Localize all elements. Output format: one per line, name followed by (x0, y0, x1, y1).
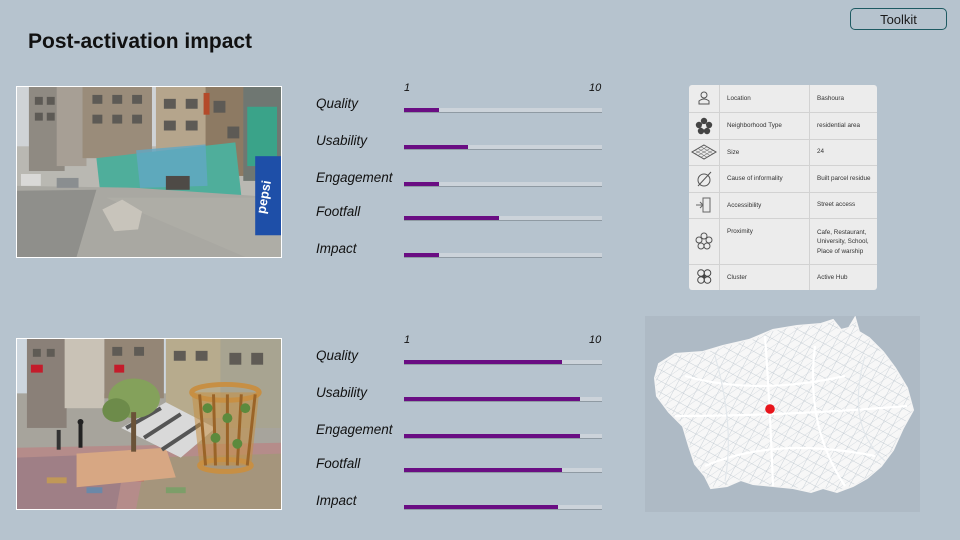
info-value: Bashoura (809, 85, 877, 113)
metric-bar-fill (404, 145, 468, 149)
info-value: residential area (809, 112, 877, 140)
metric-bar-track (404, 434, 602, 439)
metric-bar-fill (404, 397, 580, 401)
metric-row-quality: Quality (316, 348, 606, 370)
page-title: Post-activation impact (28, 30, 253, 53)
metric-label: Footfall (316, 456, 361, 471)
metric-bar-track (404, 505, 602, 510)
metric-bar-fill (404, 468, 563, 472)
metric-row-footfall: Footfall (316, 204, 606, 226)
metric-row-usability: Usability (316, 385, 606, 407)
info-value: Built parcel residue (809, 165, 877, 193)
metric-bar-track (404, 468, 602, 473)
scale-max-label: 10 (589, 82, 602, 94)
info-row-neighborhood-type: Neighborhood Type residential area (689, 112, 877, 140)
metric-bar-track (404, 397, 602, 402)
metric-label: Engagement (316, 422, 393, 437)
after-street-photo (16, 338, 282, 510)
info-value: Cafe, Restaurant, University, School, Pl… (809, 218, 877, 265)
metric-label: Quality (316, 348, 359, 363)
info-row-location: Location Bashoura (689, 85, 877, 113)
metric-row-impact: Impact (316, 241, 606, 263)
person-pin-icon (698, 91, 710, 105)
site-info-table: Location Bashoura Neighborhood Type resi… (689, 85, 877, 290)
metric-bar-track (404, 108, 602, 113)
metric-bar-fill (404, 360, 563, 364)
metric-row-engagement: Engagement (316, 422, 606, 444)
before-street-photo: pepsi (16, 86, 282, 258)
metric-bar-fill (404, 216, 499, 220)
metric-bar-track (404, 253, 602, 258)
info-key: Proximity (719, 218, 810, 265)
grid-diamond-icon (691, 144, 717, 160)
scale-min-label: 1 (404, 82, 411, 94)
metric-label: Impact (316, 493, 357, 508)
metric-bar-track (404, 145, 602, 150)
flower-icon (695, 117, 713, 134)
entrance-icon (696, 197, 711, 213)
info-value: 24 (809, 139, 877, 166)
after-metrics-panel: 1 10 Quality Usability Engagement Footfa… (316, 334, 606, 514)
metric-bar-track (404, 216, 602, 221)
city-map (645, 316, 920, 512)
info-key: Neighborhood Type (719, 112, 810, 140)
info-key: Size (719, 139, 810, 166)
metric-bar-fill (404, 253, 440, 257)
metric-label: Usability (316, 133, 368, 148)
metric-label: Footfall (316, 204, 361, 219)
location-marker (765, 404, 775, 414)
info-row-accessibility: Accessibility Street access (689, 192, 877, 219)
metric-row-usability: Usability (316, 133, 606, 155)
metric-bar-fill (404, 182, 440, 186)
toolkit-button[interactable]: Toolkit (850, 8, 947, 30)
info-key: Cause of informality (719, 165, 810, 193)
metric-row-quality: Quality (316, 96, 606, 118)
info-row-proximity: Proximity Cafe, Restaurant, University, … (689, 218, 877, 265)
info-key: Accessibility (719, 192, 810, 219)
metric-label: Engagement (316, 170, 393, 185)
metric-bar-fill (404, 505, 558, 509)
metric-label: Impact (316, 241, 357, 256)
metric-bar-fill (404, 108, 440, 112)
info-key: Location (719, 85, 810, 113)
metric-row-footfall: Footfall (316, 456, 606, 478)
metric-bar-track (404, 360, 602, 365)
info-row-cause-of-informality: Cause of informality Built parcel residu… (689, 165, 877, 193)
metric-label: Usability (316, 385, 368, 400)
metric-bar-track (404, 182, 602, 187)
info-row-cluster: Cluster Active Hub (689, 264, 877, 290)
scale-max-label: 10 (589, 334, 602, 346)
metric-row-impact: Impact (316, 493, 606, 515)
cluster-icon (697, 269, 712, 285)
info-key: Cluster (719, 264, 810, 290)
metric-row-engagement: Engagement (316, 170, 606, 192)
info-value: Street access (809, 192, 877, 219)
scale-min-label: 1 (404, 334, 411, 346)
metric-bar-fill (404, 434, 580, 438)
metric-label: Quality (316, 96, 359, 111)
info-row-size: Size 24 (689, 139, 877, 166)
slashed-circle-icon (697, 171, 712, 186)
before-metrics-panel: 1 10 Quality Usability Engagement Footfa… (316, 82, 606, 262)
flower-outline-icon (695, 232, 713, 250)
info-value: Active Hub (817, 273, 848, 281)
